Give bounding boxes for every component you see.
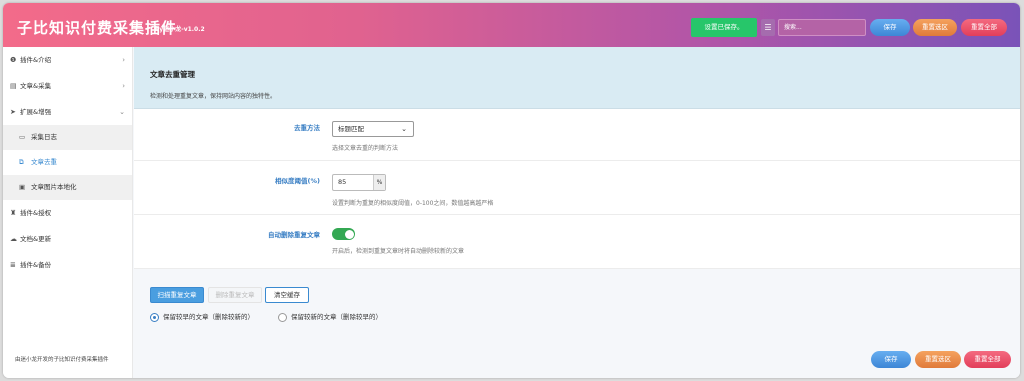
sidebar-item-license[interactable]: ♜ 插件&授权	[3, 200, 132, 226]
similarity-value: 85	[338, 178, 347, 186]
sidebar-item-label: 文章图片本地化	[31, 183, 77, 191]
main-content: 文章去重管理 检测和处理重复文章，保持网站内容的独特性。 去重方法 标题匹配 ⌄…	[134, 47, 1020, 378]
sidebar-item-extensions[interactable]: ➤ 扩展&增强 ⌄	[3, 99, 132, 125]
dedup-method-value: 标题匹配	[338, 125, 364, 133]
sidebar-item-label: 文章去重	[31, 158, 57, 166]
sidebar: ❶ 插件&介绍 › ▤ 文章&采集 › ➤ 扩展&增强 ⌄ ▭ 采集日志 ⧉ 文章去重 ▣…	[3, 47, 133, 378]
copy-icon: ⧉	[19, 158, 24, 166]
sidebar-item-collect-log[interactable]: ▭ 采集日志	[3, 125, 132, 150]
header-bar: 子比知识付费采集插件 by迷小龙-v1.0.2 设置已保存。 ☰ 搜索... 保…	[3, 3, 1020, 47]
rocket-icon: ➤	[10, 108, 16, 116]
sidebar-item-dedup[interactable]: ⧉ 文章去重	[3, 150, 132, 175]
log-icon: ▭	[19, 133, 26, 141]
dedup-method-select[interactable]: 标题匹配 ⌄	[332, 121, 414, 137]
percent-unit: %	[373, 175, 385, 190]
sidebar-item-articles[interactable]: ▤ 文章&采集 ›	[3, 73, 132, 99]
save-button[interactable]: 保存	[870, 19, 910, 36]
keep-newer-option[interactable]: 保留较新的文章（删除较早的）	[278, 311, 382, 322]
sidebar-item-image-localize[interactable]: ▣ 文章图片本地化	[3, 175, 132, 200]
auto-delete-label: 自动删除重复文章	[268, 231, 320, 239]
app-version: by迷小龙-v1.0.2	[155, 26, 205, 33]
chevron-down-icon: ⌄	[119, 108, 125, 116]
sidebar-item-backup[interactable]: ≣ 插件&备份	[3, 252, 132, 278]
similarity-hint: 设置判断为重复的相似度阈值，0-100之间，数值越高越严格	[332, 200, 494, 207]
reset-section-button[interactable]: 重置选区	[913, 19, 957, 36]
chevron-right-icon: ›	[122, 56, 125, 64]
footer-reset-all-button[interactable]: 重置全部	[964, 351, 1011, 368]
auto-delete-hint: 开启后，检测到重复文章时将自动删除较新的文章	[332, 248, 465, 255]
sidebar-item-label: 文档&更新	[20, 235, 52, 243]
dedup-method-label: 去重方法	[294, 124, 320, 132]
document-icon: ▤	[10, 82, 17, 90]
sidebar-item-label: 扩展&增强	[20, 108, 52, 116]
app-title: 子比知识付费采集插件	[17, 19, 178, 37]
sidebar-footer: 由迷小龙开发的子比知识付费采集插件	[15, 357, 109, 363]
radio-selected[interactable]	[150, 312, 159, 322]
sidebar-item-label: 采集日志	[31, 133, 57, 141]
app-window: 子比知识付费采集插件 by迷小龙-v1.0.2 设置已保存。 ☰ 搜索... 保…	[3, 3, 1020, 378]
footer-actions: 保存 重置选区 重置全部	[134, 327, 1020, 378]
cloud-icon: ☁	[10, 235, 17, 243]
clear-cache-button[interactable]: 清空缓存	[265, 287, 309, 303]
page-description: 检测和处理重复文章，保持网站内容的独特性。	[150, 93, 277, 100]
sidebar-item-intro[interactable]: ❶ 插件&介绍 ›	[3, 47, 132, 73]
sidebar-item-label: 插件&介绍	[20, 56, 52, 64]
dedup-method-row: 去重方法 标题匹配 ⌄ 选择文章去重的判断方法	[134, 109, 1020, 161]
section-header: 文章去重管理 检测和处理重复文章，保持网站内容的独特性。	[134, 47, 1020, 109]
auto-delete-row: 自动删除重复文章 开启后，检测到重复文章时将自动删除较新的文章	[134, 215, 1020, 269]
dedup-actions: 扫描重复文章 删除重复文章 清空缓存 保留较早的文章（删除较新的） 保留较新的文…	[134, 269, 1020, 327]
toggle-knob	[344, 229, 354, 239]
radio-label: 保留较新的文章（删除较早的）	[291, 313, 382, 321]
keep-older-option[interactable]: 保留较早的文章（删除较新的）	[150, 311, 254, 322]
sidebar-item-label: 插件&授权	[20, 209, 52, 217]
delete-duplicates-button[interactable]: 删除重复文章	[208, 287, 262, 303]
chevron-right-icon: ›	[122, 82, 125, 90]
database-icon: ≣	[10, 261, 16, 269]
sidebar-item-label: 插件&备份	[20, 261, 52, 269]
saved-notice: 设置已保存。	[691, 18, 757, 37]
scan-duplicates-button[interactable]: 扫描重复文章	[150, 287, 204, 303]
footer-save-button[interactable]: 保存	[871, 351, 911, 368]
search-input[interactable]: 搜索...	[778, 19, 866, 36]
similarity-input[interactable]: 85 %	[332, 174, 386, 191]
footer-reset-section-button[interactable]: 重置选区	[915, 351, 961, 368]
info-icon: ❶	[10, 56, 17, 64]
sidebar-item-docs[interactable]: ☁ 文档&更新	[3, 226, 132, 252]
image-icon: ▣	[19, 183, 26, 191]
chevron-down-icon: ⌄	[401, 125, 407, 133]
radio-label: 保留较早的文章（删除较新的）	[163, 313, 254, 321]
reset-all-button[interactable]: 重置全部	[961, 19, 1007, 36]
license-icon: ♜	[10, 209, 17, 217]
auto-delete-toggle[interactable]	[332, 228, 355, 240]
similarity-label: 相似度阈值(%)	[275, 177, 320, 185]
radio-unselected[interactable]	[278, 312, 287, 322]
list-icon[interactable]: ☰	[761, 19, 775, 36]
page-title: 文章去重管理	[150, 70, 195, 79]
sidebar-item-label: 文章&采集	[20, 82, 52, 90]
dedup-method-hint: 选择文章去重的判断方法	[332, 145, 399, 152]
similarity-row: 相似度阈值(%) 85 % 设置判断为重复的相似度阈值，0-100之间，数值越高…	[134, 161, 1020, 215]
